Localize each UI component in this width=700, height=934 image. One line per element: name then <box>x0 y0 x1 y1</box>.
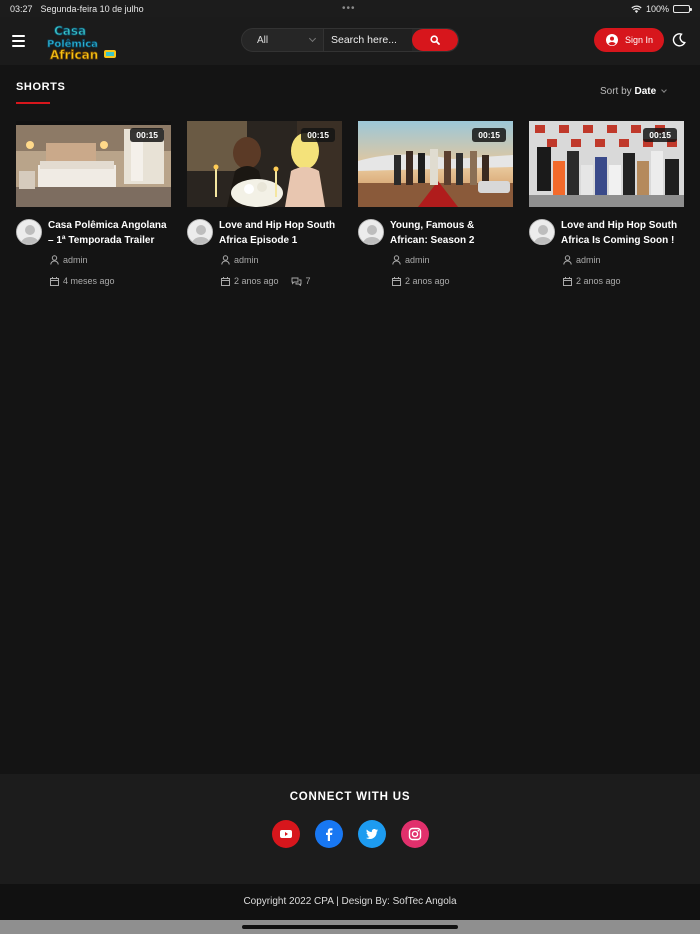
search-bar: All Search here... <box>241 28 459 52</box>
video-author[interactable]: admin <box>563 255 601 265</box>
sort-value: Date <box>634 86 657 97</box>
date-text: 2 anos ago <box>234 276 279 286</box>
instagram-link[interactable] <box>401 820 429 848</box>
video-author[interactable]: admin <box>392 255 430 265</box>
author-avatar[interactable] <box>358 219 384 245</box>
user-icon <box>563 255 572 265</box>
author-name: admin <box>234 255 259 265</box>
hamburger-menu-icon[interactable] <box>12 35 25 47</box>
video-author[interactable]: admin <box>50 255 88 265</box>
user-circle-icon <box>606 34 618 46</box>
video-author[interactable]: admin <box>221 255 259 265</box>
author-name: admin <box>63 255 88 265</box>
sign-in-label: Sign In <box>625 35 654 45</box>
sign-in-button[interactable]: Sign In <box>594 28 664 52</box>
calendar-icon <box>392 276 401 286</box>
facebook-link[interactable] <box>315 820 343 848</box>
video-thumbnail[interactable]: 00:15 <box>529 121 684 207</box>
site-logo[interactable]: Casa Polêmica African <box>46 22 120 62</box>
search-category-value: All <box>257 34 269 46</box>
youtube-icon <box>280 830 292 838</box>
status-time: 03:27 <box>10 3 33 14</box>
section-title: SHORTS <box>16 81 66 93</box>
author-avatar[interactable] <box>16 219 42 245</box>
wifi-icon <box>631 5 642 13</box>
video-duration: 00:15 <box>472 128 506 142</box>
video-date: 2 anos ago <box>392 276 450 286</box>
calendar-icon <box>221 276 230 286</box>
chevron-down-icon <box>661 87 667 93</box>
video-card[interactable]: 00:15 Young, Famous & African: Season 2 … <box>358 121 513 291</box>
site-header: Casa Polêmica African All Search here...… <box>0 17 700 65</box>
user-icon <box>392 255 401 265</box>
video-thumbnail[interactable]: 00:15 <box>16 121 171 207</box>
svg-text:African: African <box>50 48 98 62</box>
footer-connect: CONNECT WITH US <box>0 774 700 884</box>
user-icon <box>50 255 59 265</box>
twitter-icon <box>366 829 378 839</box>
date-text: 4 meses ago <box>63 276 115 286</box>
author-name: admin <box>405 255 430 265</box>
comment-count: 7 <box>305 276 311 286</box>
video-date: 4 meses ago <box>50 276 115 286</box>
author-avatar[interactable] <box>187 219 213 245</box>
video-card[interactable]: 00:15 Love and Hip Hop South Africa Is C… <box>529 121 684 291</box>
author-name: admin <box>576 255 601 265</box>
video-title[interactable]: Love and Hip Hop South Africa Is Coming … <box>561 218 684 248</box>
video-title[interactable]: Young, Famous & African: Season 2 <box>390 218 513 248</box>
video-comments[interactable]: 7 <box>291 276 311 286</box>
chevron-down-icon <box>308 34 317 43</box>
status-right: 100% <box>631 3 692 14</box>
youtube-link[interactable] <box>272 820 300 848</box>
dark-mode-toggle-icon[interactable] <box>672 33 686 47</box>
video-duration: 00:15 <box>301 128 335 142</box>
author-avatar[interactable] <box>529 219 555 245</box>
multitask-dots-icon[interactable]: ••• <box>342 3 356 14</box>
video-card[interactable]: 00:15 Love and Hip Hop South Africa Epis… <box>187 121 342 291</box>
instagram-icon <box>408 827 422 841</box>
home-indicator[interactable] <box>242 925 458 929</box>
battery-percent: 100% <box>645 3 669 14</box>
search-button[interactable] <box>412 29 458 51</box>
connect-title: CONNECT WITH US <box>289 791 411 803</box>
video-date: 2 anos ago <box>563 276 621 286</box>
date-text: 2 anos ago <box>576 276 621 286</box>
svg-text:Casa: Casa <box>54 24 86 38</box>
copyright-text: Copyright 2022 CPA | Design By: SofTec A… <box>0 884 700 920</box>
section-title-underline <box>16 102 50 104</box>
search-category-select[interactable]: All <box>242 29 323 51</box>
video-thumbnail[interactable]: 00:15 <box>187 121 342 207</box>
date-text: 2 anos ago <box>405 276 450 286</box>
search-input[interactable]: Search here... <box>323 29 412 51</box>
video-duration: 00:15 <box>643 128 677 142</box>
video-date: 2 anos ago 7 <box>221 276 311 286</box>
user-icon <box>221 255 230 265</box>
status-date: Segunda-feira 10 de julho <box>40 3 144 14</box>
search-icon <box>430 35 440 45</box>
calendar-icon <box>50 276 59 286</box>
video-thumbnail[interactable]: 00:15 <box>358 121 513 207</box>
battery-icon <box>673 4 692 13</box>
twitter-link[interactable] <box>358 820 386 848</box>
video-card[interactable]: 00:15 Casa Polêmica Angolana – 1ª Tempor… <box>16 121 171 291</box>
status-bar: 03:27 Segunda-feira 10 de julho ••• 100% <box>0 0 700 17</box>
sort-dropdown[interactable]: Sort by Date <box>600 86 667 97</box>
video-title[interactable]: Casa Polêmica Angolana – 1ª Temporada Tr… <box>48 218 171 248</box>
video-duration: 00:15 <box>130 128 164 142</box>
facebook-icon <box>326 828 333 841</box>
calendar-icon <box>563 276 572 286</box>
video-title[interactable]: Love and Hip Hop South Africa Episode 1 <box>219 218 342 248</box>
sort-prefix: Sort by <box>600 86 632 97</box>
comments-icon <box>291 277 301 286</box>
